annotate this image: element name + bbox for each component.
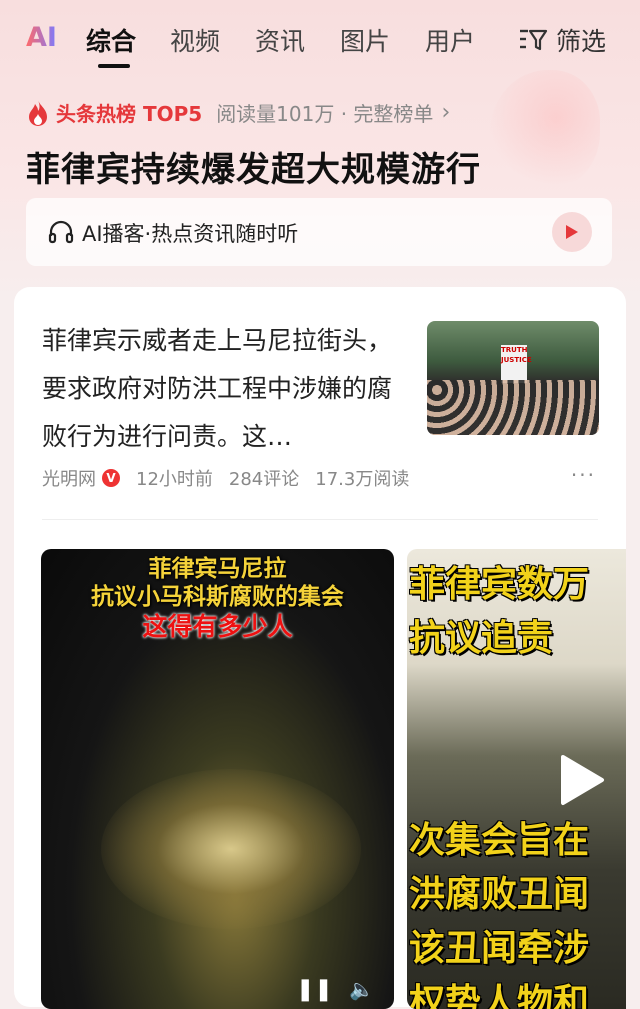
flame-icon [29, 99, 47, 126]
video-thumbnail-1[interactable]: 菲律宾马尼拉 抗议小马科斯腐败的集会 这得有多少人 ❚❚ 🔈 [41, 549, 394, 1009]
play-icon [561, 755, 604, 805]
active-tab-indicator [98, 64, 130, 68]
video-thumbnail-2[interactable]: 菲律宾数万 抗议追责 次集会旨在 洪腐败丑闻 该丑闻牵涉 权势人物和 [407, 549, 626, 1009]
tab-users[interactable]: 用户 [425, 22, 475, 58]
article-comments: 284评论 [228, 469, 300, 490]
video-caption: 洪腐败丑闻 [409, 874, 590, 915]
decorative-flame [490, 70, 600, 190]
video-caption: 权势人物和 [409, 982, 590, 1009]
divider [42, 519, 598, 520]
article-summary[interactable]: 菲律宾示威者走上马尼拉街头，要求政府对防洪工程中涉嫌的腐败行为进行问责。这… [42, 317, 402, 461]
article-thumbnail[interactable]: TRUTH JUSTICE [427, 321, 599, 435]
play-icon [566, 225, 578, 239]
article-meta: 光明网 V 12小时前 284评论 17.3万阅读 [42, 465, 425, 491]
chevron-right-icon: › [441, 100, 451, 125]
article-source[interactable]: 光明网 [42, 465, 96, 491]
tab-images[interactable]: 图片 [340, 22, 390, 58]
search-tabs: AI 综合 视频 资讯 图片 用户 筛选 [0, 0, 640, 78]
thumbnail-sign: TRUTH JUSTICE [501, 345, 532, 383]
video-caption: 该丑闻牵涉 [409, 928, 590, 969]
filter-button[interactable]: 筛选 [518, 22, 606, 58]
tab-video[interactable]: 视频 [170, 22, 220, 58]
video-caption: 抗议追责 [409, 618, 554, 659]
mute-icon[interactable]: 🔈 [349, 977, 374, 1001]
more-options-icon[interactable]: ··· [571, 463, 596, 487]
headphones-icon [48, 220, 74, 244]
result-card: 菲律宾示威者走上马尼拉街头，要求政府对防洪工程中涉嫌的腐败行为进行问责。这… T… [14, 287, 626, 1009]
ai-tab[interactable]: AI [26, 22, 57, 53]
thumbnail-crowd [427, 380, 599, 435]
video-caption: 这得有多少人 [142, 612, 293, 641]
podcast-label: AI播客·热点资讯随时听 [82, 222, 299, 246]
hot-list-label: 头条热榜 TOP5 [56, 102, 203, 126]
video-caption: 菲律宾数万 [409, 564, 590, 605]
hot-headline[interactable]: 菲律宾持续爆发超大规模游行 [26, 142, 481, 191]
hot-list-meta: 阅读量101万 · 完整榜单 [216, 102, 434, 126]
tab-news[interactable]: 资讯 [255, 22, 305, 58]
hot-list-row[interactable]: 头条热榜 TOP5 阅读量101万 · 完整榜单 › [26, 98, 450, 127]
tab-comprehensive[interactable]: 综合 [86, 22, 136, 58]
verified-badge-icon: V [102, 469, 120, 487]
article-time: 12小时前 [136, 469, 213, 490]
filter-icon [520, 29, 548, 51]
crowd-lights [101, 769, 361, 929]
filter-label: 筛选 [556, 27, 607, 56]
article-reads: 17.3万阅读 [315, 469, 410, 490]
video-caption: 次集会旨在 [409, 820, 590, 861]
podcast-play-button[interactable] [552, 212, 592, 252]
video-caption: 抗议小马科斯腐败的集会 [91, 584, 344, 610]
ai-podcast-bar[interactable]: AI播客·热点资讯随时听 [26, 198, 612, 266]
